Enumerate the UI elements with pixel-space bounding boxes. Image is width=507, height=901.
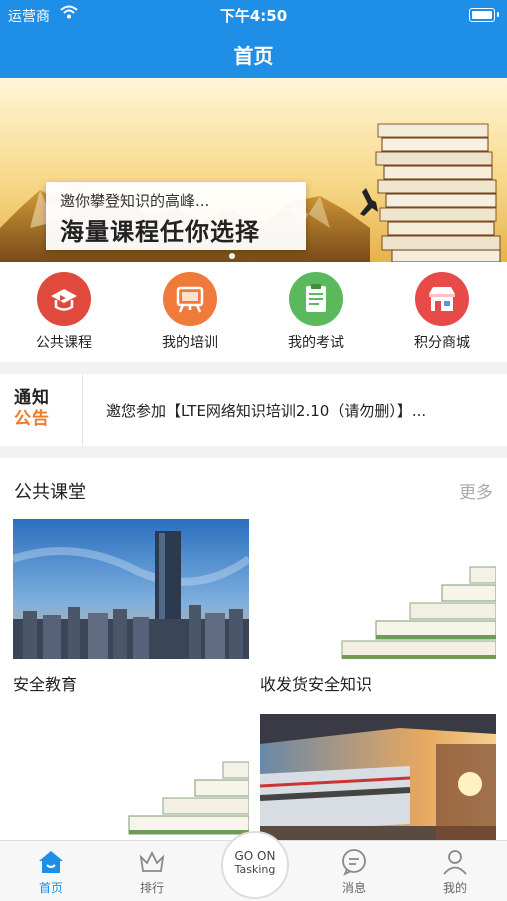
course-title: 安全教育 [13, 675, 78, 694]
menu-my-training[interactable]: 我的培训 [140, 272, 240, 358]
course-thumbnail [13, 714, 249, 842]
tab-label: 消息 [341, 881, 366, 895]
nav-bar: 首页 [0, 30, 507, 78]
notice-divider [82, 374, 83, 446]
crown-icon [137, 847, 167, 877]
go-button-line2: Tasking [234, 863, 276, 876]
tab-label: 首页 [38, 881, 63, 895]
menu-public-course[interactable]: 公共课程 [14, 272, 114, 358]
menu-label: 我的考试 [288, 335, 344, 351]
notice-badge: 通知 公告 [14, 388, 70, 434]
menu-label: 公共课程 [36, 335, 92, 351]
go-on-tasking-button[interactable]: GO ON Tasking [221, 831, 289, 899]
tab-home[interactable]: 首页 [11, 847, 91, 896]
go-button-line1: GO ON [234, 849, 276, 863]
status-bar: 运营商 下午4:50 [0, 0, 507, 30]
course-title-text: 收发货安全知识 [260, 675, 373, 694]
more-link[interactable]: 更多 [459, 478, 493, 503]
banner-caption: 邀你攀登知识的高峰... 海量课程任你选择 [46, 182, 306, 250]
tab-messages[interactable]: 消息 [314, 847, 394, 896]
course-thumbnail [260, 519, 496, 659]
home-icon [36, 847, 66, 877]
battery-icon [469, 8, 499, 22]
tab-ranking[interactable]: 排行 [112, 847, 192, 896]
tab-profile[interactable]: 我的 [415, 847, 495, 896]
notice-text[interactable]: 邀您参加【LTE网络知识培训2.10（请勿删）】... [106, 400, 486, 421]
tab-label: 排行 [139, 881, 164, 895]
points-mall-icon [415, 272, 469, 326]
notice-badge-top: 通知 [14, 388, 50, 408]
course-card[interactable] [260, 714, 496, 842]
quick-menu: 公共课程 我的培训 我的考试 积分商城 [0, 262, 507, 362]
public-classroom-section: 公共课堂 更多 安全教育 收发货安全知识 [0, 458, 507, 842]
user-icon [440, 847, 470, 877]
menu-label: 我的培训 [162, 335, 218, 351]
clock: 下午4:50 [219, 7, 288, 25]
tab-label: 我的 [442, 881, 467, 895]
course-thumbnail [260, 714, 496, 842]
course-thumbnail [13, 519, 249, 659]
course-title: 收发货安全知识 [260, 671, 496, 695]
course-card[interactable] [13, 714, 249, 842]
tab-bar: 首页 排行 GO ON Tasking 消息 我的 [0, 831, 507, 901]
message-icon [339, 847, 369, 877]
banner-tagline: 邀你攀登知识的高峰... [60, 192, 210, 210]
section-title: 公共课堂 [14, 482, 86, 503]
course-card[interactable]: 收发货安全知识 [260, 519, 496, 695]
notice-badge-bottom: 公告 [14, 409, 50, 429]
my-exam-icon [289, 272, 343, 326]
public-course-icon [37, 272, 91, 326]
page-title: 首页 [233, 44, 274, 68]
menu-my-exam[interactable]: 我的考试 [266, 272, 366, 358]
notice-bar[interactable]: 通知 公告 邀您参加【LTE网络知识培训2.10（请勿删）】... [0, 374, 507, 446]
menu-label: 积分商城 [414, 335, 470, 351]
banner-carousel[interactable]: 邀你攀登知识的高峰... 海量课程任你选择 [0, 78, 507, 262]
menu-points-mall[interactable]: 积分商城 [392, 272, 492, 358]
banner-headline: 海量课程任你选择 [60, 217, 260, 246]
my-training-icon [163, 272, 217, 326]
course-card[interactable]: 安全教育 [13, 519, 249, 695]
